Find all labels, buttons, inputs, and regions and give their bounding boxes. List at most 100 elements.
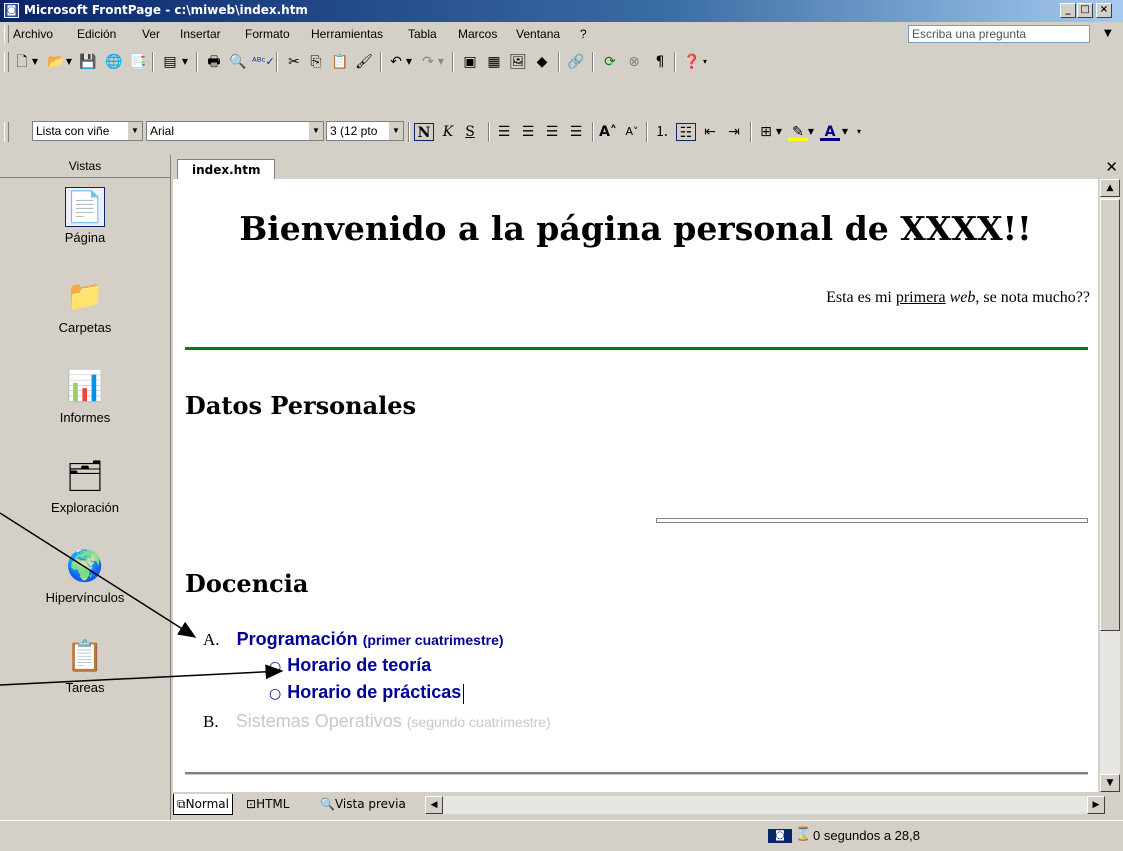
style-dropdown-icon[interactable]: ▼	[127, 122, 142, 140]
hyperlink-icon[interactable]: 🔗	[566, 53, 586, 71]
increase-font-icon[interactable]: A˄	[598, 123, 618, 141]
refresh-icon[interactable]: ⟳	[600, 53, 620, 71]
link-programacion[interactable]: Programación (primer cuatrimestre)	[237, 629, 504, 649]
menu-herramientas[interactable]: Herramientas	[311, 27, 383, 41]
numbered-list-icon[interactable]: ⒈	[652, 123, 672, 141]
menu-insertar[interactable]: Insertar	[180, 27, 221, 41]
tab-vista-previa[interactable]: 🔍Vista previa	[317, 794, 409, 814]
tab-normal[interactable]: ⧉Normal	[173, 794, 233, 815]
new-dropdown-icon[interactable]: ▼	[30, 53, 40, 71]
horizontal-scrollbar[interactable]: ◀ ▶	[425, 796, 1105, 814]
horizontal-rule-green[interactable]	[185, 347, 1088, 350]
highlight-icon[interactable]: ✎	[788, 123, 808, 141]
tab-index-htm[interactable]: index.htm	[177, 159, 276, 180]
page-heading[interactable]: Bienvenido a la página personal de XXXX!…	[173, 209, 1098, 248]
undo-dropdown-icon[interactable]: ▼	[404, 53, 414, 71]
size-select[interactable]: 3 (12 pto ▼	[326, 121, 404, 141]
ask-dropdown-arrow-icon[interactable]: ▼	[1104, 28, 1112, 39]
drawing-icon[interactable]: ◆	[532, 53, 552, 71]
list-item-horario-teoria[interactable]: ○ Horario de teoría	[269, 655, 431, 676]
highlight-dropdown-icon[interactable]: ▼	[806, 123, 816, 141]
text-sistemas-operativos[interactable]: Sistemas Operativos (segundo cuatrimestr…	[236, 711, 551, 731]
horizontal-rule-short[interactable]	[656, 518, 1088, 523]
open-icon[interactable]: 📂	[46, 53, 66, 71]
redo-icon[interactable]: ↷	[418, 53, 438, 71]
editor-page[interactable]: Bienvenido a la página personal de XXXX!…	[173, 179, 1098, 792]
picture-icon[interactable]: 🖼	[508, 53, 528, 71]
scroll-left-icon[interactable]: ◀	[425, 796, 443, 814]
stop-icon[interactable]: ⊗	[624, 53, 644, 71]
view-reports[interactable]: 📊 Informes	[0, 367, 170, 425]
link-horario-practicas[interactable]: Horario de prácticas	[287, 682, 461, 702]
list-item-sistemas-operativos[interactable]: B. Sistemas Operativos (segundo cuatrime…	[203, 711, 551, 732]
copy-icon[interactable]: ⎘	[306, 53, 326, 71]
menu-archivo[interactable]: Archivo	[13, 27, 53, 41]
toolbar-options-icon[interactable]: ▾	[700, 53, 710, 71]
align-center-icon[interactable]: ☰	[518, 123, 538, 141]
italic-button[interactable]: K	[438, 123, 458, 141]
justify-icon[interactable]: ☰	[566, 123, 586, 141]
menu-formato[interactable]: Formato	[245, 27, 290, 41]
page-subtitle[interactable]: Esta es mi primera web, se nota mucho??	[826, 289, 1090, 307]
align-left-icon[interactable]: ☰	[494, 123, 514, 141]
font-select[interactable]: Arial ▼	[146, 121, 324, 141]
ask-question-input[interactable]: Escriba una pregunta	[908, 25, 1090, 43]
style-select[interactable]: Lista con viñe ▼	[32, 121, 143, 141]
publish-icon[interactable]: 🌐	[104, 53, 124, 71]
maximize-button[interactable]: □	[1077, 3, 1093, 18]
menu-tabla[interactable]: Tabla	[408, 27, 437, 41]
menu-ventana[interactable]: Ventana	[516, 27, 560, 41]
format-toolbar-grip[interactable]	[4, 122, 9, 142]
increase-indent-icon[interactable]: ⇥	[724, 123, 744, 141]
subtitle-link-primera[interactable]: primera	[896, 289, 946, 306]
menu-ver[interactable]: Ver	[142, 27, 160, 41]
undo-icon[interactable]: ↶	[386, 53, 406, 71]
table-icon[interactable]: ▦	[484, 53, 504, 71]
section-datos-personales[interactable]: Datos Personales	[185, 391, 416, 420]
save-icon[interactable]: 💾	[78, 53, 98, 71]
title-bar[interactable]: ◙ Microsoft FrontPage - c:\miweb\index.h…	[0, 0, 1123, 22]
view-navigation[interactable]: 🗂 Exploración	[0, 457, 170, 515]
scroll-thumb[interactable]	[1100, 199, 1120, 631]
menu-help[interactable]: ?	[580, 27, 587, 41]
size-dropdown-icon[interactable]: ▼	[388, 122, 403, 140]
menubar-grip[interactable]	[4, 25, 9, 43]
section-docencia[interactable]: Docencia	[185, 569, 308, 598]
decrease-font-icon[interactable]: A˅	[622, 123, 642, 141]
menu-edicion[interactable]: Edición	[77, 27, 116, 41]
new-icon[interactable]: 🗋	[12, 53, 32, 71]
bulleted-list-icon[interactable]: ☷	[676, 123, 696, 141]
align-right-icon[interactable]: ☰	[542, 123, 562, 141]
font-color-dropdown-icon[interactable]: ▼	[840, 123, 850, 141]
decrease-indent-icon[interactable]: ⇤	[700, 123, 720, 141]
menu-marcos[interactable]: Marcos	[458, 27, 497, 41]
list-item-programacion[interactable]: A. Programación (primer cuatrimestre)	[203, 629, 504, 650]
font-color-icon[interactable]: A	[820, 123, 840, 141]
underline-button[interactable]: S	[460, 123, 480, 141]
help-icon[interactable]: ❓	[682, 53, 702, 71]
close-window-button[interactable]: ×	[1096, 3, 1112, 18]
open-dropdown-icon[interactable]: ▼	[64, 53, 74, 71]
insert-layer-icon[interactable]: ▤	[160, 53, 180, 71]
format-painter-icon[interactable]: 🖌	[354, 53, 374, 71]
format-options-icon[interactable]: ▾	[854, 123, 864, 141]
borders-dropdown-icon[interactable]: ▼	[774, 123, 784, 141]
folder-list-icon[interactable]: 📑	[128, 53, 148, 71]
scroll-right-icon[interactable]: ▶	[1087, 796, 1105, 814]
paragraph-icon[interactable]: ¶	[650, 53, 670, 71]
toolbar-grip[interactable]	[4, 52, 9, 72]
cut-icon[interactable]: ✂	[284, 53, 304, 71]
close-document-icon[interactable]: ✕	[1105, 158, 1118, 176]
scroll-down-icon[interactable]: ▼	[1100, 774, 1120, 792]
vertical-scrollbar[interactable]: ▲ ▼	[1100, 179, 1120, 792]
scroll-up-icon[interactable]: ▲	[1100, 179, 1120, 197]
view-folders[interactable]: 📁 Carpetas	[0, 277, 170, 335]
web-component-icon[interactable]: ▣	[460, 53, 480, 71]
link-horario-teoria[interactable]: Horario de teoría	[287, 655, 431, 675]
redo-dropdown-icon[interactable]: ▼	[436, 53, 446, 71]
view-page[interactable]: 📄 Página	[0, 187, 170, 245]
paste-icon[interactable]: 📋	[330, 53, 350, 71]
font-dropdown-icon[interactable]: ▼	[308, 122, 323, 140]
frontpage-app-icon[interactable]: ◙	[4, 3, 19, 18]
print-icon[interactable]: 🖶	[204, 53, 224, 71]
